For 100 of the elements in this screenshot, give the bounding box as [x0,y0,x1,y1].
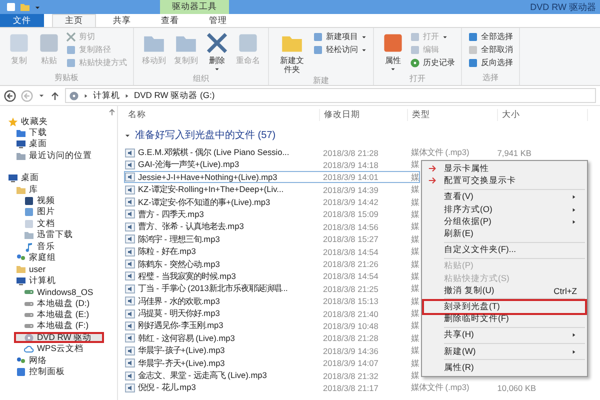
nav-item[interactable]: 本地磁盘 (E:) [0,309,117,321]
menu-item[interactable]: 刷新(E) [424,228,585,240]
ribbon-button[interactable]: 属性 [380,30,406,74]
nav-item[interactable]: 收藏夹 [0,116,117,128]
file-row[interactable]: KZ-谭定安-你不知道的事+(Live).mp3 2018/3/9 14:42 媒 [124,196,420,208]
menu-item[interactable]: 删除临时文件(F) [424,313,585,326]
nav-item[interactable]: 网络 [0,354,117,366]
nav-item[interactable]: 桌面 [0,172,117,184]
size-cell-text: 10,060 KB [496,382,536,393]
type-cell-text: 媒 [410,296,419,307]
menu-item[interactable]: 显示卡属性 [424,163,585,176]
column-header[interactable]: 修改日期 [320,109,408,121]
file-row[interactable]: 陈粒 - 好在.mp3 2018/3/8 14:54 媒 [124,245,420,258]
file-row[interactable]: G.E.M.邓紫棋 - 偶尔 (Live Piano Sessio... 2018/3/8 21:28 媒体文件 (.mp3) 7,941 KB [124,146,532,158]
nav-item[interactable]: 最近访问的位置 [0,150,117,162]
type-cell-text: 媒 [410,332,419,344]
ribbon-button[interactable]: 反向选择 [468,57,513,68]
file-row[interactable]: 倪倪 - 花儿.mp3 2018/3/8 21:17 媒体文件 (.mp3) 10,060 KB [124,381,538,394]
nav-item[interactable]: 视频 [0,195,117,207]
ribbon-button[interactable]: 新建文件夹 [275,30,309,76]
nav-item[interactable]: 控制面板 [0,366,117,378]
audio-file-icon [125,308,135,319]
file-row[interactable]: 陈鹤东 - 突然心动.mp3 2018/3/8 21:26 媒 [124,258,420,270]
file-row[interactable]: 曹方、张希 - 认真地老去.mp3 2018/3/8 14:56 媒 [124,220,420,233]
date-cell-text: 2018/3/8 21:26 [322,259,380,270]
nav-item[interactable]: 本地磁盘 (D:) [0,298,117,310]
ribbon-button[interactable]: 历史记录 [410,57,455,68]
date-cell-text: 2018/3/8 14:54 [322,271,380,282]
file-row[interactable]: Jessie+J-I+Have+Nothing+(Live).mp3 2018/3/9 14:01 媒 [124,170,420,184]
file-name: GAI-沧海一声笑+(Live).mp3 [138,159,240,170]
file-name: KZ-谭定安-Rolling+In+The+Deep+(Liv... [138,184,284,196]
file-row[interactable]: 丁当 - 手掌心 (2013新北市乐夜耶诞演唱... 2018/3/8 21:25 媒 [124,282,420,295]
menu-item[interactable]: 配置可交换显示卡 [424,175,585,188]
file-row[interactable]: 华晨宇-孩子+(Live).mp3 2018/3/9 14:36 媒 [124,344,420,357]
nav-item[interactable]: 文档 [0,218,117,230]
file-row[interactable]: GAI-沧海一声笑+(Live).mp3 2018/3/9 14:18 媒 [124,158,420,171]
date-cell-text: 2018/3/9 10:48 [322,320,380,331]
file-row[interactable]: 程璧 - 当我寂寞的时候.mp3 2018/3/8 14:54 媒 [124,270,420,282]
audio-file-icon [125,271,135,282]
file-row[interactable]: 冯提莫 - 明天你好.mp3 2018/3/8 21:40 媒 [124,307,420,320]
nav-item[interactable]: 音乐 [0,240,117,252]
menu-item[interactable]: 属性(R) [424,362,585,374]
file-name: 金志文、果堂 - 远走高飞 (Live).mp3 [138,370,267,382]
menu-item[interactable]: 分组依据(P) [424,216,585,228]
ribbon-button[interactable]: 删除 [204,30,230,74]
audio-file-icon [125,370,135,381]
column-header[interactable]: 类型 [408,109,498,121]
file-row[interactable]: 冯佳界 - 水的欢歌.mp3 2018/3/8 15:13 媒 [124,294,420,308]
file-name: G.E.M.邓紫棋 - 偶尔 (Live Piano Sessio... [138,147,290,158]
group-label: 选择 [482,72,500,84]
column-header[interactable]: 名称 [124,109,320,121]
group-header[interactable]: 准备好写入到光盘中的文件 (57) [135,128,276,142]
nav-item[interactable]: 家庭组 [0,252,117,264]
ribbon-tab[interactable]: 主页 [52,14,96,27]
type-cell-text: 媒 [410,246,419,258]
nav-item[interactable]: user [0,264,117,276]
caret-icon [361,46,367,52]
file-row[interactable]: 韩红 - 这何容易 (Live).mp3 2018/3/8 21:28 媒 [124,332,420,344]
nav-item[interactable]: 下载 [0,127,117,139]
file-name: 刚好遇见你-李玉刚.mp3 [138,320,224,332]
breadcrumb[interactable]: DVD RW 驱动器 (G:) [134,90,215,102]
menu-item[interactable]: 撤消 复制(U) Ctrl+Z [424,284,585,297]
file-name: 冯佳界 - 水的欢歌.mp3 [138,296,220,307]
menu-item[interactable]: 查看(V) [424,191,585,204]
nav-item[interactable]: Windows8_OS [0,286,117,298]
menu-item[interactable]: 自定义文件夹(F)... [424,244,585,256]
ribbon-button[interactable]: 全部选择 [468,31,513,42]
menu-item[interactable]: 新建(W) [424,345,585,358]
file-row[interactable]: KZ-谭定安-Rolling+In+The+Deep+(Liv... 2018/3/9 14:39 媒 [124,183,420,196]
file-row[interactable]: 陈鸿宇 - 理想三旬.mp3 2018/3/8 15:27 媒 [124,232,420,246]
file-row[interactable]: 刚好遇见你-李玉刚.mp3 2018/3/9 10:48 媒 [124,319,420,332]
date-cell-text: 2018/3/8 14:56 [322,222,380,232]
date-cell-text: 2018/3/9 14:07 [322,358,380,368]
audio-file-icon [125,197,135,208]
file-row[interactable]: 金志文、果堂 - 远走高飞 (Live).mp3 2018/3/8 21:32 媒 [124,369,420,382]
column-header[interactable]: 大小 [498,109,588,121]
nav-item[interactable]: 迅雷下载 [0,230,117,241]
breadcrumb[interactable]: 计算机 [93,90,120,102]
file-name: 曹方 - 四季天.mp3 [138,208,204,220]
ribbon-button[interactable]: 全部取消 [468,44,513,55]
file-row[interactable]: 华晨宇-齐天+(Live).mp3 2018/3/9 14:07 媒 [124,356,420,370]
nav-item[interactable]: 计算机 [0,275,117,286]
type-cell-text: 媒 [410,196,419,208]
nav-item[interactable]: 图片 [0,206,117,218]
context-tab[interactable]: 驱动器工具 [160,0,229,14]
file-name: 倪倪 - 花儿.mp3 [138,382,196,394]
file-row[interactable]: 曹方 - 四季天.mp3 2018/3/8 15:09 媒 [124,208,420,220]
menu-item[interactable]: 排序方式(O) [424,204,585,216]
ribbon-button[interactable]: 轻松访问 [313,44,367,55]
menu-item[interactable]: 共享(H) [424,329,585,342]
nav-item[interactable]: 桌面 [0,138,117,150]
menu-item[interactable]: 刻录到光盘(T) [424,300,585,314]
ribbon-tab[interactable]: 文件 [0,14,44,27]
nav-item[interactable]: 库 [0,184,117,196]
caret-icon [442,34,448,40]
address-bar[interactable]: 计算机 DVD RW 驱动器 (G:) [65,88,596,103]
ribbon-button[interactable]: 新建项目 [313,31,367,42]
scroll-up-icon [108,108,116,116]
nav-item[interactable]: WPS云文档 [0,343,117,355]
nav-item[interactable]: 本地磁盘 (F:) [0,320,117,332]
